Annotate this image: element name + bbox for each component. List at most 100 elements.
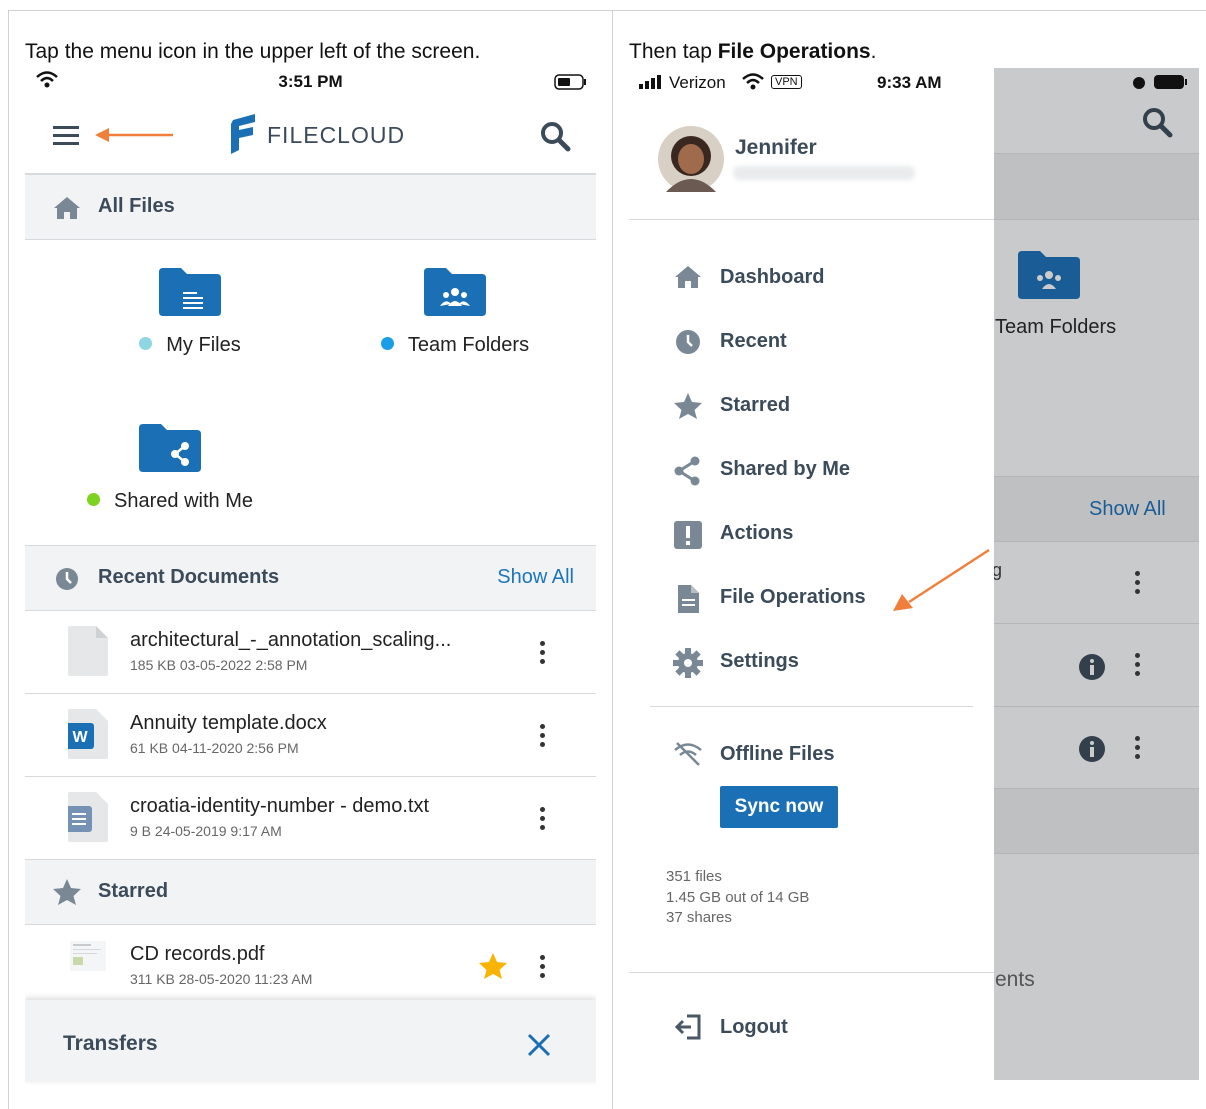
file-row[interactable]: croatia-identity-number - demo.txt 9 B 2… — [25, 777, 596, 860]
shared-with-me-tile[interactable]: Shared with Me — [70, 424, 270, 513]
recent-documents-label: Recent Documents — [98, 566, 280, 588]
close-icon[interactable] — [527, 1033, 551, 1057]
right-caption: Then tap File Operations. — [629, 40, 877, 63]
file-row[interactable]: architectural_-_annotation_scaling... 18… — [25, 611, 596, 694]
menu-item-starred[interactable]: Starred — [673, 386, 973, 426]
left-border — [8, 10, 9, 1109]
left-caption: Tap the menu icon in the upper left of t… — [25, 40, 481, 63]
clock-icon — [676, 330, 700, 354]
logout-divider — [629, 972, 994, 973]
menu-label: File Operations — [720, 586, 866, 608]
home-icon — [675, 266, 701, 288]
file-row[interactable]: CD records.pdf 311 KB 28-05-2020 11:23 A… — [25, 925, 596, 1008]
recent-documents-header: Recent Documents Show All — [25, 545, 596, 611]
search-icon — [1143, 108, 1173, 138]
folder-share-icon — [139, 424, 201, 472]
right-phone-screen: Team Folders Show All g ents Verizon VPN… — [629, 68, 1199, 1080]
arrow-pointer-icon — [95, 128, 173, 142]
all-files-header[interactable]: All Files — [25, 174, 596, 240]
team-folders-tile[interactable]: Team Folders — [365, 268, 545, 357]
user-name: Jennifer — [735, 136, 817, 159]
logout-icon — [674, 1014, 701, 1040]
menu-item-recent[interactable]: Recent — [673, 322, 973, 362]
file-icon — [678, 585, 699, 613]
file-meta: 185 KB 03-05-2022 2:58 PM — [130, 657, 308, 673]
info-icon — [1079, 654, 1105, 680]
text-file-icon — [68, 792, 108, 842]
logout-button[interactable]: Logout — [673, 1008, 973, 1048]
status-time: 3:51 PM — [278, 72, 343, 91]
svg-text:W: W — [72, 729, 88, 746]
menu-icon[interactable] — [53, 124, 81, 148]
team-folders-label: Team Folders — [407, 334, 530, 356]
star-icon — [53, 879, 81, 905]
show-all-link[interactable]: Show All — [497, 566, 574, 589]
more-options-icon[interactable] — [540, 724, 546, 750]
folder-team-icon — [424, 268, 486, 316]
file-meta: 61 KB 04-11-2020 2:56 PM — [130, 740, 299, 756]
left-phone-screen: 3:51 PM FILECLOUD All Files My Files Tea… — [25, 68, 596, 1088]
file-row[interactable]: W Annuity template.docx 61 KB 04-11-2020… — [25, 694, 596, 777]
file-name: croatia-identity-number - demo.txt — [130, 795, 430, 817]
team-folders-label: Team Folders — [995, 316, 1117, 338]
menu-label: Dashboard — [720, 266, 825, 288]
alarm-icon — [1133, 77, 1145, 89]
starred-header: Starred — [25, 859, 596, 925]
starred-star-icon[interactable] — [478, 952, 508, 980]
more-options-icon[interactable] — [540, 807, 546, 833]
more-options-icon — [1135, 653, 1141, 679]
menu-item-dashboard[interactable]: Dashboard — [673, 258, 973, 298]
more-options-icon[interactable] — [540, 955, 546, 981]
menu-label: Offline Files — [720, 743, 835, 765]
status-time: 9:33 AM — [877, 73, 942, 92]
share-icon — [674, 456, 700, 486]
wifi-icon — [742, 73, 764, 90]
all-files-label: All Files — [98, 195, 175, 217]
pdf-thumbnail-icon — [70, 941, 106, 971]
app-header: FILECLOUD — [25, 100, 596, 174]
menu-label: Logout — [720, 1016, 788, 1038]
offline-wifi-icon — [674, 742, 702, 766]
home-icon — [54, 197, 80, 219]
arrow-pointer-icon — [893, 548, 990, 611]
my-files-label: My Files — [166, 334, 241, 356]
menu-label: Recent — [720, 330, 787, 352]
menu-item-offline-files[interactable]: Offline Files — [673, 735, 973, 775]
menu-divider — [650, 706, 973, 707]
my-files-tile[interactable]: My Files — [105, 268, 275, 357]
star-icon — [674, 393, 702, 419]
show-all-link: Show All — [1089, 498, 1166, 520]
status-bar: 3:51 PM — [25, 68, 596, 100]
carrier-name: Verizon — [669, 73, 726, 92]
user-email-blurred — [733, 166, 915, 180]
center-divider — [612, 10, 613, 1109]
transfers-label: Transfers — [63, 1032, 158, 1055]
sync-now-button[interactable]: Sync now — [720, 786, 838, 828]
file-name: CD records.pdf — [130, 943, 265, 965]
blank-file-icon — [68, 626, 108, 676]
avatar — [658, 126, 724, 192]
file-operations-emphasis: File Operations — [717, 40, 871, 63]
info-icon — [1079, 736, 1105, 762]
partial-text: ents — [995, 968, 1035, 991]
more-options-icon[interactable] — [540, 641, 546, 667]
folder-document-icon — [159, 268, 221, 316]
alert-icon — [674, 521, 702, 549]
word-file-icon: W — [68, 709, 108, 759]
status-bar: Verizon VPN 9:33 AM — [629, 68, 994, 100]
clock-icon — [56, 568, 78, 590]
shared-with-me-label: Shared with Me — [114, 490, 253, 512]
menu-label: Starred — [720, 394, 791, 416]
more-options-icon — [1135, 571, 1141, 597]
battery-icon — [1154, 75, 1187, 89]
menu-label: Shared by Me — [720, 458, 851, 480]
menu-label: Settings — [720, 650, 799, 672]
transfers-panel: Transfers — [25, 1000, 596, 1082]
menu-item-shared-by-me[interactable]: Shared by Me — [673, 450, 973, 490]
menu-item-settings[interactable]: Settings — [673, 642, 973, 682]
search-icon[interactable] — [539, 120, 571, 152]
screenshot-frame: Tap the menu icon in the upper left of t… — [0, 0, 1206, 1109]
top-border — [8, 10, 1206, 11]
stats-shares: 37 shares — [666, 909, 732, 926]
signal-icon — [639, 75, 661, 89]
